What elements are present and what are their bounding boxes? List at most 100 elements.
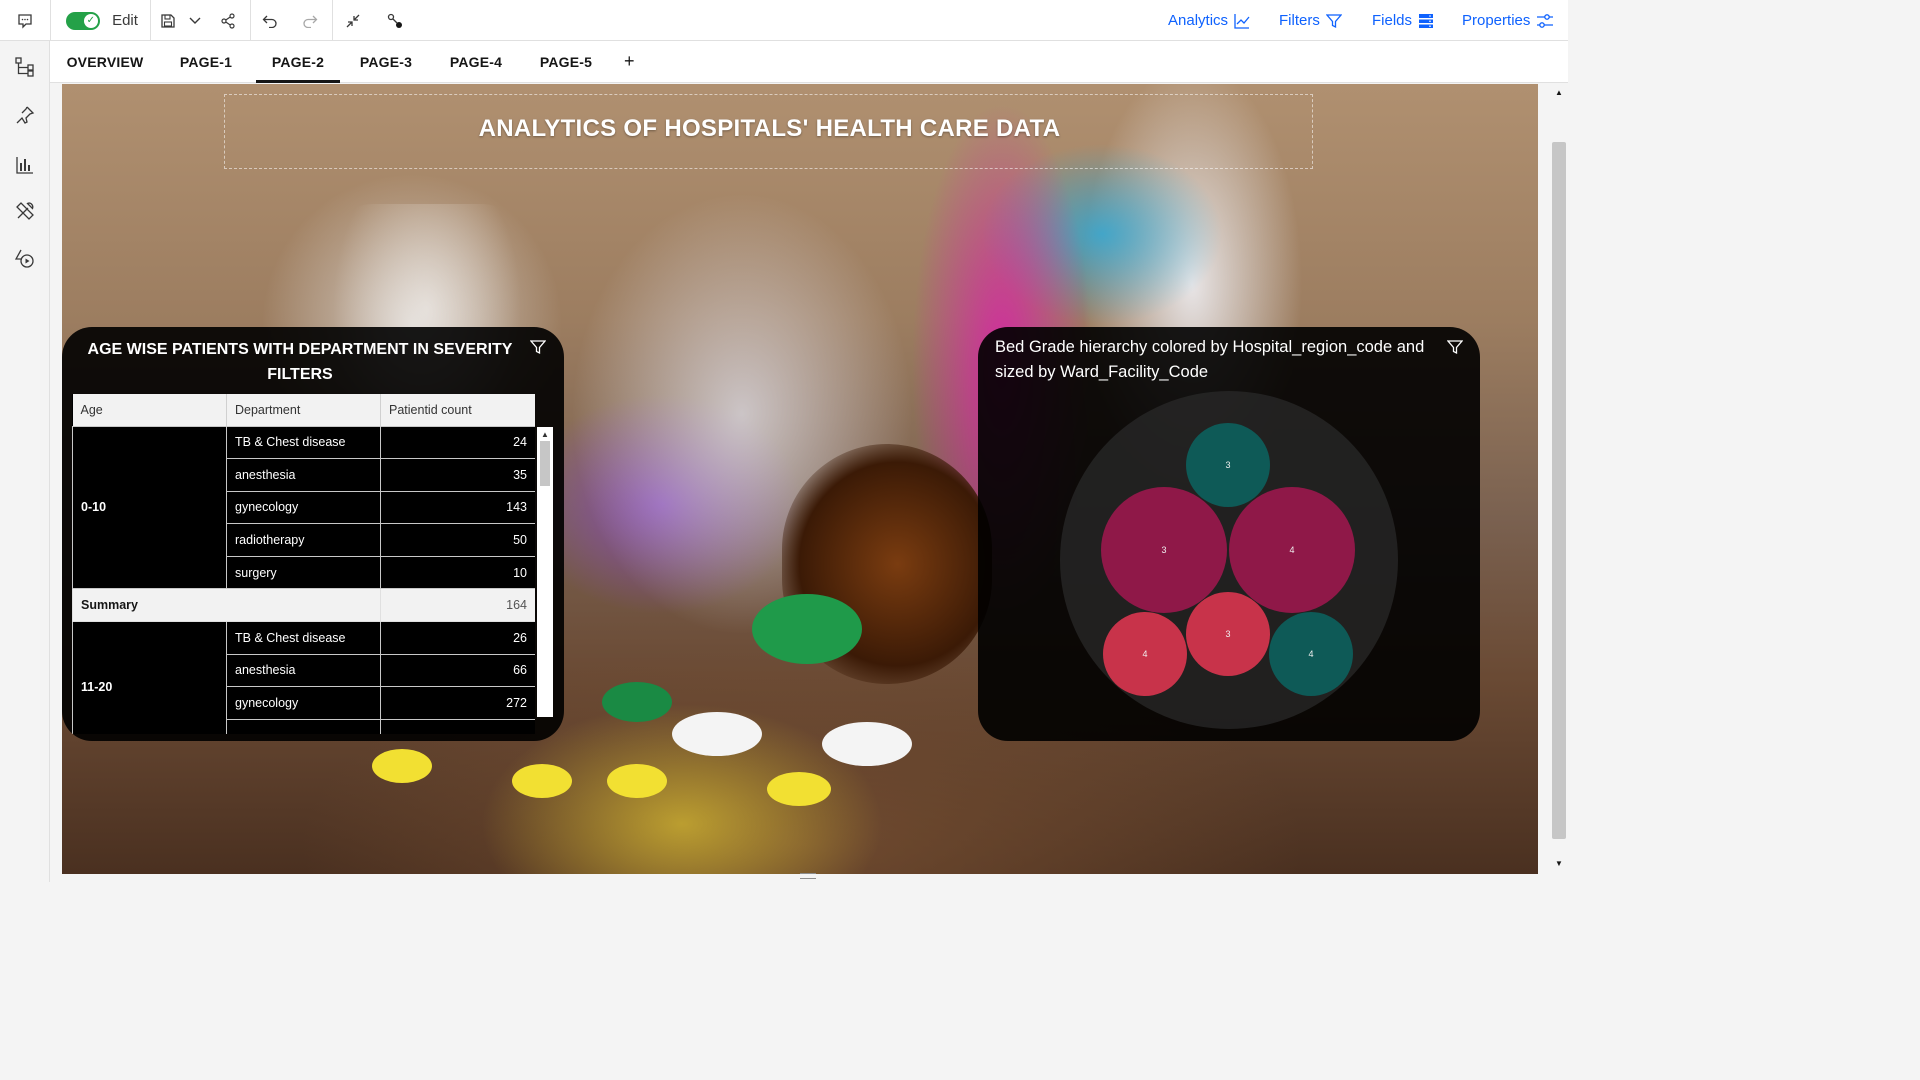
edit-label: Edit xyxy=(112,12,138,29)
bubble-label: 4 xyxy=(1308,649,1313,659)
tab-page-3[interactable]: PAGE-3 xyxy=(346,41,426,83)
toolbar-divider xyxy=(50,0,51,41)
chevron-down-icon[interactable] xyxy=(184,0,206,41)
filter-icon xyxy=(1325,13,1342,29)
scroll-down-icon[interactable]: ▼ xyxy=(1555,859,1563,868)
properties-label: Properties xyxy=(1462,12,1531,29)
count-cell: 143 xyxy=(380,490,535,525)
comment-icon[interactable] xyxy=(10,0,40,41)
background-pill xyxy=(672,712,762,756)
table-row: 11-20 TB & Chest disease 26 xyxy=(72,621,535,734)
analytics-menu[interactable]: Analytics xyxy=(1168,0,1250,41)
crosstab-table: Age Department Patientid count 0-10 TB &… xyxy=(72,394,535,734)
department-cell: anesthesia xyxy=(226,458,381,492)
scroll-thumb[interactable] xyxy=(540,441,550,486)
add-tab-button[interactable]: + xyxy=(624,41,635,83)
table-scrollbar[interactable]: ▲ xyxy=(537,427,553,717)
redo-icon[interactable] xyxy=(298,0,322,41)
count-cell xyxy=(380,718,535,734)
resize-handle[interactable] xyxy=(800,873,816,879)
column-header-patientid-count[interactable]: Patientid count xyxy=(380,394,535,426)
table-widget-title: AGE WISE PATIENTS WITH DEPARTMENT IN SEV… xyxy=(87,341,513,383)
age-group-cell: 11-20 xyxy=(72,621,227,734)
department-cell: surgery xyxy=(226,555,381,590)
filter-icon[interactable] xyxy=(529,339,547,355)
count-cell: 66 xyxy=(380,653,535,688)
tools-icon[interactable] xyxy=(13,199,37,223)
table-header-row: Age Department Patientid count xyxy=(72,394,535,426)
count-cell: 35 xyxy=(380,458,535,492)
bubble-label: 3 xyxy=(1225,629,1230,639)
summary-label: Summary xyxy=(72,588,381,623)
sliders-icon xyxy=(1536,13,1554,29)
column-header-department[interactable]: Department xyxy=(226,394,381,426)
report-canvas: ANALYTICS OF HOSPITALS' HEALTH CARE DATA… xyxy=(62,84,1538,874)
save-icon[interactable] xyxy=(156,0,180,41)
count-cell: 24 xyxy=(380,425,535,460)
summary-row: Summary 164 xyxy=(72,588,535,623)
background-pill xyxy=(512,764,572,798)
toolbar-divider xyxy=(332,0,333,41)
count-cell: 10 xyxy=(380,555,535,590)
summary-value: 164 xyxy=(380,588,535,623)
department-cell: radiotherapy xyxy=(226,523,381,557)
line-chart-icon xyxy=(1234,13,1250,29)
tab-overview[interactable]: OVERVIEW xyxy=(58,41,152,83)
column-header-age[interactable]: Age xyxy=(72,394,227,426)
bar-chart-icon[interactable] xyxy=(13,153,37,177)
filters-label: Filters xyxy=(1279,12,1320,29)
toolbar-divider xyxy=(150,0,151,41)
page-scrollbar[interactable]: ▲ ▼ xyxy=(1550,84,1568,874)
fields-icon xyxy=(1418,13,1434,29)
background-pill xyxy=(607,764,667,798)
table-widget[interactable]: AGE WISE PATIENTS WITH DEPARTMENT IN SEV… xyxy=(62,327,564,741)
fields-label: Fields xyxy=(1372,12,1413,29)
toolbar-divider xyxy=(250,0,251,41)
report-title: ANALYTICS OF HOSPITALS' HEALTH CARE DATA xyxy=(478,115,1061,142)
tab-page-2[interactable]: PAGE-2 xyxy=(256,41,340,83)
bubble-chart: 3 3 4 3 4 4 xyxy=(1060,391,1398,729)
background-pill xyxy=(602,682,672,722)
properties-menu[interactable]: Properties xyxy=(1462,0,1554,41)
count-cell: 272 xyxy=(380,686,535,720)
tab-page-4[interactable]: PAGE-4 xyxy=(436,41,516,83)
filters-menu[interactable]: Filters xyxy=(1279,0,1342,41)
scroll-up-icon[interactable]: ▲ xyxy=(541,430,549,439)
connections-icon[interactable] xyxy=(382,0,408,41)
department-cell: gynecology xyxy=(226,686,381,720)
top-toolbar: ✓ Edit Analytics Filters Fields Properti… xyxy=(0,0,1568,41)
department-cell xyxy=(226,718,381,734)
department-cell: TB & Chest disease xyxy=(226,621,381,655)
bubble-chart-widget[interactable]: Bed Grade hierarchy colored by Hospital_… xyxy=(978,327,1480,741)
title-textbox[interactable]: ANALYTICS OF HOSPITALS' HEALTH CARE DATA xyxy=(224,94,1313,169)
collapse-icon[interactable] xyxy=(340,0,366,41)
left-rail xyxy=(0,41,50,882)
background-pill xyxy=(767,772,831,806)
count-cell: 50 xyxy=(380,523,535,557)
shapes-play-icon[interactable] xyxy=(13,247,37,271)
tab-page-5[interactable]: PAGE-5 xyxy=(526,41,606,83)
undo-icon[interactable] xyxy=(258,0,282,41)
department-cell: gynecology xyxy=(226,490,381,525)
share-icon[interactable] xyxy=(216,0,240,41)
edit-toggle[interactable]: ✓ xyxy=(66,0,100,41)
department-cell: TB & Chest disease xyxy=(226,425,381,460)
analytics-label: Analytics xyxy=(1168,12,1229,29)
department-cell: anesthesia xyxy=(226,653,381,688)
background-cap xyxy=(752,594,862,664)
bubble-label: 4 xyxy=(1142,649,1147,659)
bubble-label: 3 xyxy=(1161,545,1166,555)
pin-icon[interactable] xyxy=(13,103,37,127)
page-tabs: OVERVIEW PAGE-1 PAGE-2 PAGE-3 PAGE-4 PAG… xyxy=(50,41,1568,83)
age-group-cell: 0-10 xyxy=(72,425,227,590)
background-pill xyxy=(822,722,912,766)
scroll-up-icon[interactable]: ▲ xyxy=(1555,88,1563,97)
count-cell: 26 xyxy=(380,621,535,655)
background-pill xyxy=(372,749,432,783)
hierarchy-icon[interactable] xyxy=(13,55,37,79)
fields-menu[interactable]: Fields xyxy=(1372,0,1434,41)
table-row: 0-10 TB & Chest disease 24 xyxy=(72,425,535,590)
scroll-thumb[interactable] xyxy=(1552,142,1566,839)
tab-page-1[interactable]: PAGE-1 xyxy=(166,41,246,83)
bubble-label: 4 xyxy=(1289,545,1294,555)
